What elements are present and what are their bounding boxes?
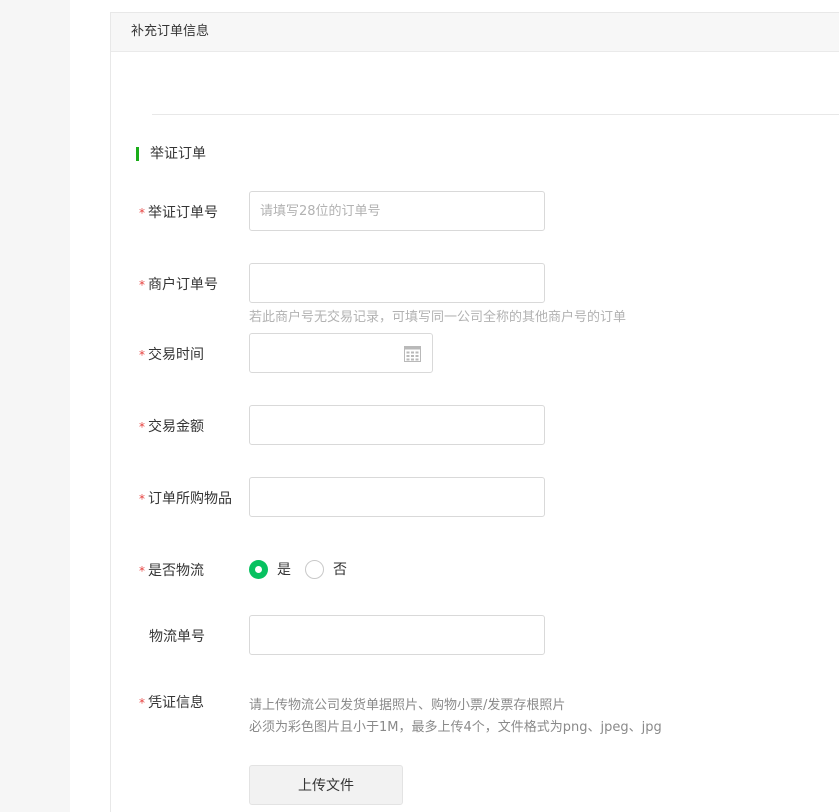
logistics-yes-radio[interactable] — [249, 559, 268, 579]
required-mark: * — [139, 696, 145, 710]
merchant-order-no-label: * 商户订单号 — [139, 277, 218, 293]
card-header: 补充订单信息 — [111, 13, 839, 52]
trade-amount-input[interactable] — [249, 405, 545, 445]
logistics-no-input[interactable] — [249, 615, 545, 655]
required-mark: * — [139, 348, 145, 362]
order-no-label: * 举证订单号 — [139, 205, 218, 221]
logistics-yes-label[interactable]: 是 — [277, 559, 291, 579]
logistics-no-label: 物流单号 — [149, 629, 205, 645]
order-no-input[interactable] — [249, 191, 545, 231]
trade-time-picker[interactable] — [249, 333, 433, 373]
upload-file-button[interactable]: 上传文件 — [249, 765, 403, 805]
required-mark: * — [139, 492, 145, 506]
trade-amount-label: * 交易金额 — [139, 419, 204, 435]
merchant-order-no-input[interactable] — [249, 263, 545, 303]
voucher-desc-line1: 请上传物流公司发货单据照片、购物小票/发票存根照片 — [249, 698, 566, 713]
logistics-label: * 是否物流 — [139, 563, 204, 579]
required-mark: * — [139, 206, 145, 220]
order-info-card: 补充订单信息 举证订单 *举证订单号 *商户订单号 若此商户号无交易记录，可填写… — [110, 12, 839, 812]
merchant-order-no-hint: 若此商户号无交易记录，可填写同一公司全称的其他商户号的订单 — [249, 310, 627, 325]
logistics-radio-group: 是 否 — [249, 559, 361, 579]
logistics-no-label[interactable]: 否 — [333, 559, 347, 579]
required-mark: * — [139, 564, 145, 578]
items-input[interactable] — [249, 477, 545, 517]
section-title: 举证订单 — [136, 146, 206, 162]
voucher-desc-line2: 必须为彩色图片且小于1M，最多上传4个，文件格式为png、jpeg、jpg — [249, 720, 662, 735]
items-label: * 订单所购物品 — [139, 491, 232, 507]
voucher-label: * 凭证信息 — [139, 695, 204, 711]
divider — [152, 114, 839, 115]
section-title-text: 举证订单 — [150, 146, 206, 162]
required-mark: * — [139, 420, 145, 434]
logistics-no-radio[interactable] — [305, 559, 324, 579]
required-mark: * — [139, 278, 145, 292]
trade-time-label: * 交易时间 — [139, 347, 204, 363]
calendar-icon[interactable] — [404, 345, 421, 362]
section-accent-bar — [136, 147, 139, 161]
